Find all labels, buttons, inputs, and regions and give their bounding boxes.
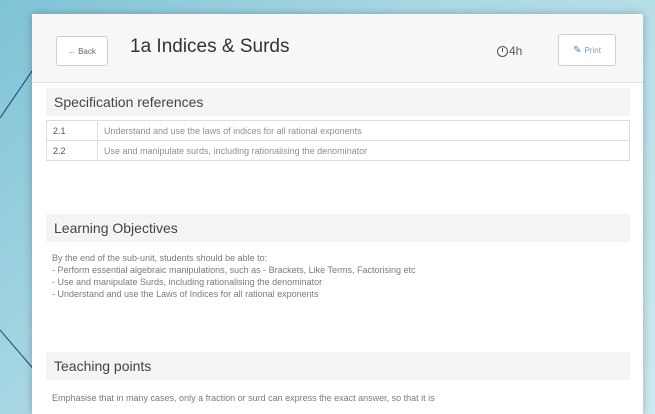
teaching-text: Emphasise that in many cases, only a fra… xyxy=(52,393,435,403)
unit-header: ← Back 1a Indices & Surds 4h ✎ Print xyxy=(32,14,643,83)
list-item: - Use and manipulate Surds, including ra… xyxy=(52,277,323,287)
page-title: 1a Indices & Surds xyxy=(130,36,290,57)
print-button[interactable]: ✎ Print xyxy=(558,34,616,66)
section-heading-objectives: Learning Objectives xyxy=(46,214,630,242)
table-row: 2.2 Use and manipulate surds, including … xyxy=(46,140,630,161)
objectives-intro: By the end of the sub-unit, students sho… xyxy=(52,253,268,263)
arrow-left-icon: ← xyxy=(68,46,77,56)
objectives-body: By the end of the sub-unit, students sho… xyxy=(52,252,415,300)
unit-card: ← Back 1a Indices & Surds 4h ✎ Print Spe… xyxy=(32,14,643,414)
table-row: 2.1 Understand and use the laws of indic… xyxy=(46,120,630,141)
clock-icon xyxy=(497,45,508,57)
duration: 4h xyxy=(497,44,522,58)
spec-ref: 2.1 xyxy=(46,120,98,141)
print-label: Print xyxy=(584,45,601,55)
duration-value: 4h xyxy=(509,44,523,58)
section-heading-spec: Specification references xyxy=(46,88,630,116)
spec-text: Understand and use the laws of indices f… xyxy=(97,120,630,141)
spec-text: Use and manipulate surds, including rati… xyxy=(97,140,630,161)
back-button[interactable]: ← Back xyxy=(56,36,108,66)
spec-ref: 2.2 xyxy=(46,140,98,161)
teaching-body: Emphasise that in many cases, only a fra… xyxy=(52,392,435,404)
list-item: - Perform essential algebraic manipulati… xyxy=(52,265,416,275)
edit-icon: ✎ xyxy=(573,44,582,56)
back-label: Back xyxy=(78,46,96,56)
section-heading-teaching: Teaching points xyxy=(46,352,630,380)
list-item: - Understand and use the Laws of Indices… xyxy=(52,289,319,299)
spec-table: 2.1 Understand and use the laws of indic… xyxy=(46,120,630,161)
